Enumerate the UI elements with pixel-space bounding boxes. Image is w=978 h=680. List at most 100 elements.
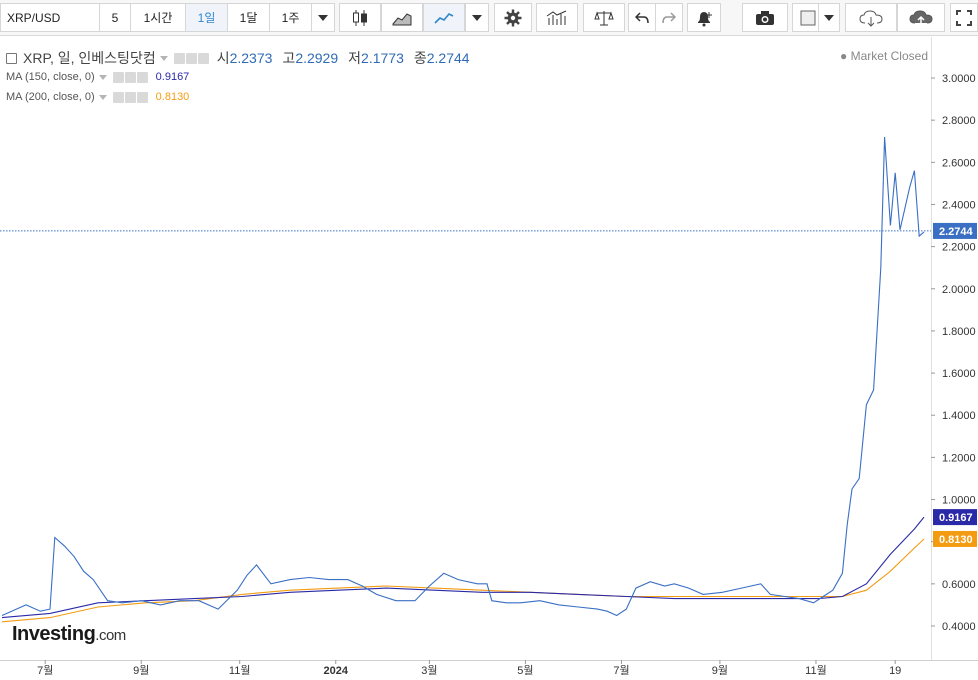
ma150-legend: MA (150, close, 0) 0.9167 — [6, 71, 189, 83]
ma150-tag-label: 0.9167 — [939, 512, 973, 524]
load-chart-button[interactable] — [845, 3, 897, 32]
y-tick-label: 0.6000 — [942, 579, 976, 591]
chevron-down-icon[interactable] — [98, 74, 107, 80]
y-tick-label: 1.4000 — [942, 410, 976, 422]
market-status: ● Market Closed — [840, 49, 928, 63]
x-tick-label: 7월 — [613, 664, 629, 675]
chart-type-dropdown-button[interactable] — [465, 3, 489, 32]
interval-1w-button[interactable]: 1주 — [269, 3, 312, 32]
x-tick-label: 7월 — [37, 664, 53, 675]
fullscreen-icon — [956, 9, 972, 26]
ma200-label: MA (200, close, 0) — [6, 91, 95, 103]
gear-icon — [504, 9, 522, 26]
compare-button[interactable] — [583, 3, 625, 32]
undo-icon — [635, 11, 649, 23]
x-tick-label: 11월 — [229, 664, 251, 675]
layout-square-icon — [800, 10, 816, 25]
high-value: 2.2929 — [295, 50, 339, 66]
ma150-line — [1, 516, 925, 619]
area-chart-button[interactable] — [381, 3, 423, 32]
x-tick-label: 9월 — [133, 664, 149, 675]
bell-plus-icon — [698, 11, 712, 26]
y-tick-label: 2.2000 — [942, 242, 976, 254]
y-tick-label: 1.6000 — [942, 368, 976, 380]
y-tick-label: 1.8000 — [942, 326, 976, 338]
candlestick-chart-button[interactable] — [339, 3, 381, 32]
y-tick-label: 0.4000 — [942, 621, 976, 633]
interval-dropdown-button[interactable] — [311, 3, 335, 32]
x-tick-label: 19 — [889, 665, 901, 675]
y-tick-label: 2.0000 — [942, 284, 976, 296]
camera-icon — [756, 10, 774, 25]
visibility-icon[interactable] — [112, 91, 124, 103]
close-icon[interactable] — [197, 52, 209, 64]
chart-area[interactable]: 3.0000 2.8000 2.6000 2.4000 2.2000 2.0000 1.80… — [0, 37, 978, 677]
save-chart-button[interactable] — [897, 3, 945, 32]
price-chart[interactable]: 3.0000 2.8000 2.6000 2.4000 2.2000 2.0000 1.80… — [0, 37, 978, 677]
market-status-text: Market Closed — [850, 49, 928, 63]
undo-button[interactable] — [628, 3, 656, 32]
x-tick-label: 5월 — [517, 664, 533, 675]
redo-icon — [662, 11, 676, 23]
y-tick-label: 1.0000 — [942, 495, 976, 507]
chevron-down-icon — [824, 14, 834, 21]
high-label: 고 — [282, 50, 296, 66]
low-label: 저 — [348, 50, 362, 66]
indicators-icon — [546, 10, 567, 25]
cloud-upload-icon — [909, 9, 933, 26]
candlestick-icon — [353, 9, 367, 26]
close-value: 2.2744 — [426, 50, 470, 66]
interval-1h-button[interactable]: 1시간 — [130, 3, 186, 32]
logo-main: Investing — [12, 623, 96, 645]
settings-icon[interactable] — [124, 91, 136, 103]
ma200-tag-label: 0.8130 — [939, 534, 973, 546]
layout-dropdown-button[interactable] — [818, 3, 840, 32]
y-tick-label: 3.0000 — [942, 73, 976, 85]
screenshot-button[interactable] — [742, 3, 788, 32]
logo-suffix: .com — [95, 627, 126, 644]
x-tick-label: 9월 — [712, 664, 728, 675]
scale-icon — [594, 10, 614, 25]
interval-1d-button[interactable]: 1일 — [185, 3, 228, 32]
y-tick-label: 2.8000 — [942, 115, 976, 127]
main-series-legend: XRP, 일, 인베스팅닷컴 시 2.2373 고 2.2929 저 2.1773 종… — [6, 48, 480, 68]
y-tick-label: 1.2000 — [942, 452, 976, 464]
ma200-value: 0.8130 — [155, 91, 190, 103]
y-tick-label: 2.6000 — [942, 157, 976, 169]
ma150-value: 0.9167 — [155, 71, 190, 83]
close-icon[interactable] — [136, 71, 148, 83]
line-chart-button[interactable] — [423, 3, 465, 32]
collapse-legend-icon[interactable] — [6, 52, 17, 64]
visibility-icon[interactable] — [112, 71, 124, 83]
close-icon[interactable] — [136, 91, 148, 103]
indicators-button[interactable] — [536, 3, 578, 32]
fullscreen-button[interactable] — [950, 3, 978, 32]
settings-button[interactable] — [494, 3, 532, 32]
x-tick-label: 2024 — [324, 665, 349, 675]
chevron-down-icon — [318, 14, 328, 21]
open-label: 시 — [216, 50, 230, 66]
area-chart-icon — [392, 12, 412, 25]
visibility-icon[interactable] — [173, 52, 185, 64]
redo-button[interactable] — [655, 3, 683, 32]
ma200-legend: MA (200, close, 0) 0.8130 — [6, 91, 189, 103]
settings-icon[interactable] — [124, 71, 136, 83]
settings-icon[interactable] — [185, 52, 197, 64]
open-value: 2.2373 — [229, 50, 273, 66]
cloud-download-icon — [859, 9, 883, 27]
close-label: 종 — [413, 50, 427, 66]
series-title: XRP, 일, 인베스팅닷컴 — [23, 50, 156, 66]
investing-logo: Investing.com — [12, 623, 126, 646]
chevron-down-icon[interactable] — [98, 94, 107, 100]
interval-1mo-button[interactable]: 1달 — [227, 3, 270, 32]
x-tick-label: 11월 — [805, 664, 827, 675]
interval-5-button[interactable]: 5 — [99, 3, 131, 32]
x-tick-label: 3월 — [421, 664, 437, 675]
y-tick-label: 2.4000 — [942, 199, 976, 211]
chevron-down-icon[interactable] — [159, 55, 168, 61]
symbol-search-input[interactable]: XRP/USD — [0, 3, 100, 32]
add-alert-button[interactable] — [687, 3, 721, 32]
low-value: 2.1773 — [361, 50, 404, 66]
last-price-tag-label: 2.2744 — [939, 226, 974, 238]
ma150-label: MA (150, close, 0) — [6, 71, 95, 83]
